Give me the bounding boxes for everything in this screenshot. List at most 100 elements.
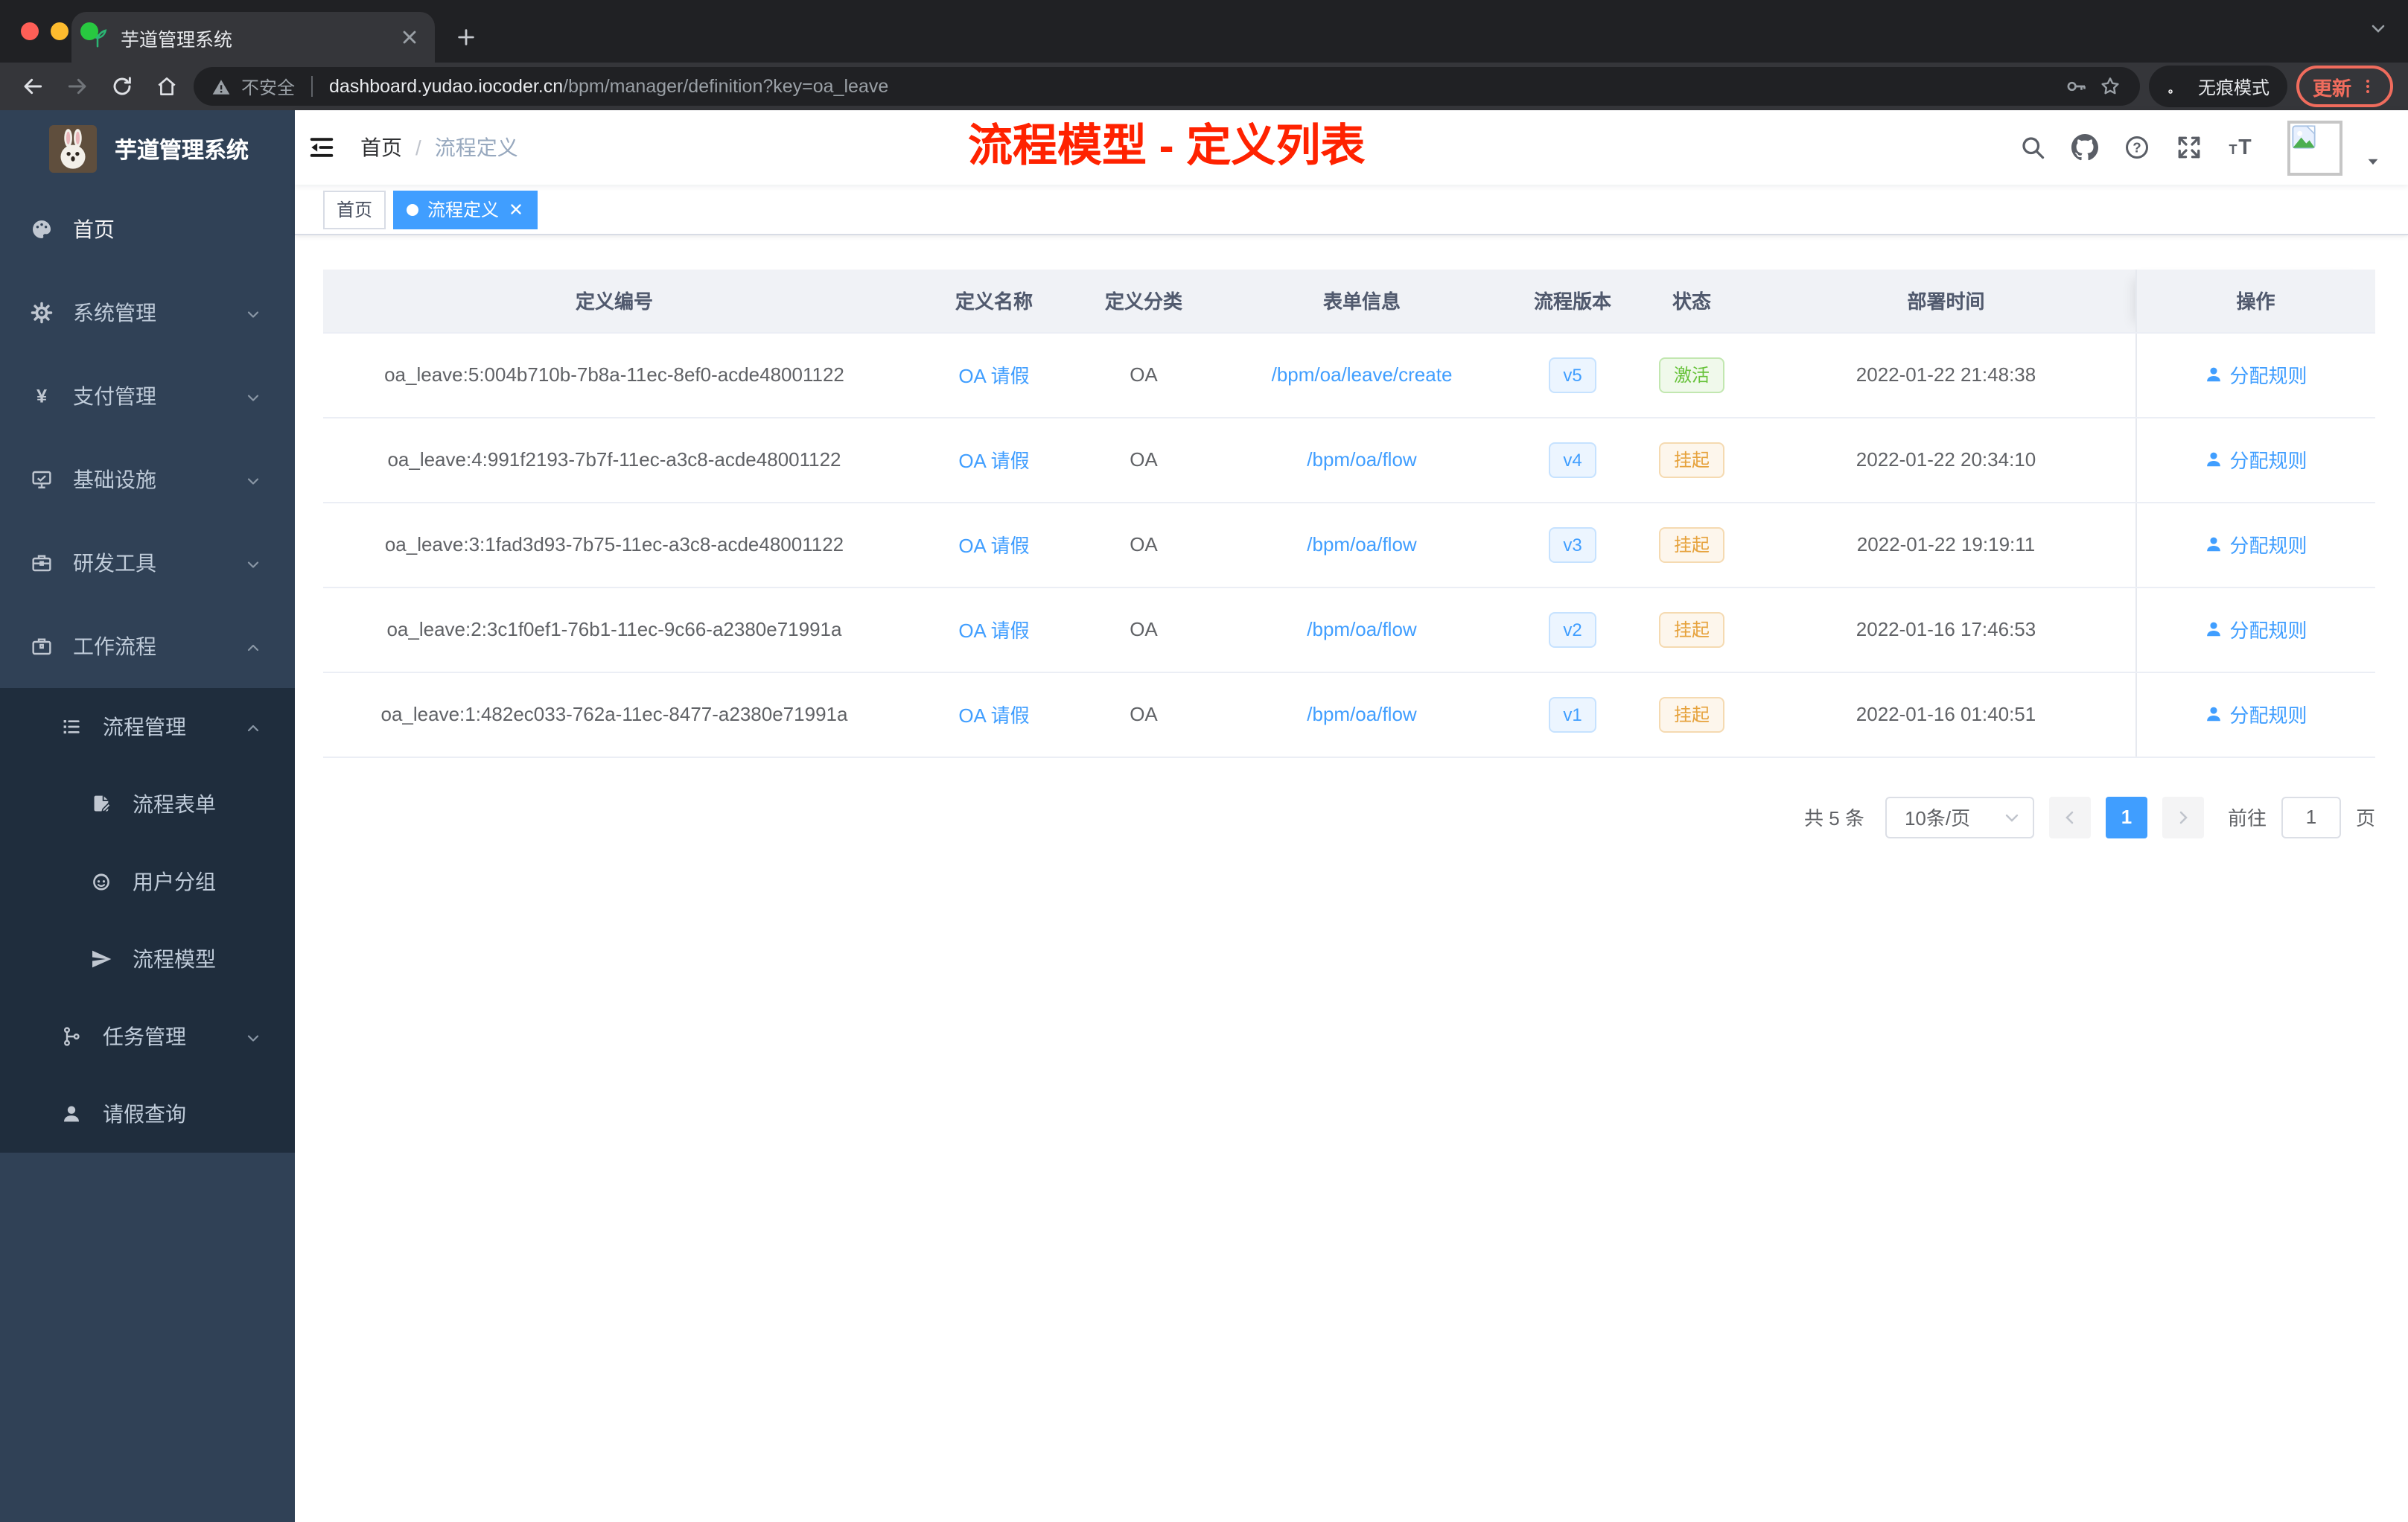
sidebar-item-10[interactable]: 任务管理 — [0, 998, 295, 1075]
sidebar-item-6[interactable]: 流程管理 — [0, 688, 295, 765]
github-icon[interactable] — [2070, 133, 2100, 162]
close-window-button[interactable] — [21, 22, 39, 40]
definition-id-text: oa_leave:2:3c1f0ef1-76b1-11ec-9c66-a2380… — [386, 618, 842, 640]
tab-search-caret-icon[interactable] — [2369, 18, 2387, 36]
sidebar-item-9[interactable]: 流程模型 — [0, 920, 295, 998]
question-icon[interactable]: ? — [2122, 133, 2152, 162]
breadcrumb: 首页 / 流程定义 — [360, 133, 518, 162]
cell-definition-id: oa_leave:1:482ec033-762a-11ec-8477-a2380… — [323, 672, 905, 757]
page-size-value: 10条/页 — [1904, 807, 1971, 830]
tab-close-icon[interactable] — [399, 27, 420, 48]
cell-definition-category: OA — [1083, 672, 1205, 757]
definition-name-link[interactable]: OA 请假 — [958, 704, 1029, 727]
page-size-select[interactable]: 10条/页 — [1885, 796, 2034, 838]
back-icon[interactable] — [15, 69, 51, 104]
sidebar-item-1[interactable]: 系统管理 — [0, 271, 295, 354]
browser-update-button[interactable]: 更新 — [2296, 66, 2393, 107]
cell-deploy-time: 2022-01-16 17:46:53 — [1757, 587, 2135, 672]
chevron-up-icon — [244, 637, 262, 655]
tag-1[interactable]: 流程定义 — [393, 190, 538, 229]
cell-version: v2 — [1519, 587, 1626, 672]
tag-close-icon[interactable] — [508, 201, 524, 217]
app-title: 芋道管理系统 — [115, 138, 249, 163]
breadcrumb-home-link[interactable]: 首页 — [360, 133, 402, 162]
bookmark-star-icon[interactable] — [2098, 74, 2122, 98]
sidebar-collapse-icon[interactable] — [295, 110, 348, 185]
sidebar-item-7[interactable]: 流程表单 — [0, 765, 295, 843]
cell-deploy-time: 2022-01-22 20:34:10 — [1757, 417, 2135, 503]
cell-form-info: /bpm/oa/flow — [1205, 672, 1519, 757]
avatar-dropdown-caret-icon[interactable] — [2365, 150, 2381, 166]
form-info-link[interactable]: /bpm/oa/flow — [1307, 618, 1416, 640]
form-info-link[interactable]: /bpm/oa/flow — [1307, 533, 1416, 555]
definition-name-link[interactable]: OA 请假 — [958, 450, 1029, 472]
person-icon — [2204, 450, 2223, 469]
address-bar[interactable]: 不安全 dashboard.yudao.iocoder.cn/bpm/manag… — [194, 67, 2140, 106]
cell-definition-category: OA — [1083, 417, 1205, 503]
definition-category-text: OA — [1130, 703, 1158, 725]
cell-definition-id: oa_leave:2:3c1f0ef1-76b1-11ec-9c66-a2380… — [323, 587, 905, 672]
prev-page-button[interactable] — [2048, 796, 2091, 838]
browser-tab[interactable]: 芋道管理系统 — [71, 12, 435, 63]
form-info-link[interactable]: /bpm/oa/leave/create — [1272, 363, 1453, 386]
cell-status: 挂起 — [1626, 587, 1757, 672]
definition-category-text: OA — [1130, 533, 1158, 555]
list-icon — [60, 715, 95, 739]
fullscreen-icon[interactable] — [2174, 133, 2204, 162]
assign-rule-link[interactable]: 分配规则 — [2204, 530, 2307, 558]
kebab-menu-icon[interactable] — [2359, 77, 2377, 95]
password-key-icon[interactable] — [2064, 74, 2088, 98]
tag-label: 流程定义 — [427, 200, 500, 220]
definition-category-text: OA — [1130, 618, 1158, 640]
security-label[interactable]: 不安全 — [241, 74, 295, 99]
sidebar-item-8[interactable]: 用户分组 — [0, 843, 295, 920]
minimize-window-button[interactable] — [51, 22, 69, 40]
deploy-time-text: 2022-01-22 20:34:10 — [1856, 448, 2036, 471]
sidebar-item-2[interactable]: ¥ 支付管理 — [0, 354, 295, 438]
gear-icon — [30, 301, 66, 325]
definition-name-link[interactable]: OA 请假 — [958, 535, 1029, 557]
assign-rule-link[interactable]: 分配规则 — [2204, 700, 2307, 728]
maximize-window-button[interactable] — [80, 22, 98, 40]
sidebar-item-4[interactable]: 研发工具 — [0, 521, 295, 605]
forward-icon[interactable] — [60, 69, 95, 104]
definition-name-link[interactable]: OA 请假 — [958, 620, 1029, 642]
cell-definition-name: OA 请假 — [905, 502, 1083, 588]
goto-page-input[interactable] — [2281, 796, 2341, 838]
text-size-icon[interactable]: TT — [2226, 133, 2256, 162]
sidebar-logo[interactable]: 芋道管理系统 — [0, 110, 295, 188]
cell-deploy-time: 2022-01-16 01:40:51 — [1757, 672, 2135, 757]
next-page-button[interactable] — [2162, 796, 2204, 838]
sidebar-item-5[interactable]: 工作流程 — [0, 605, 295, 688]
home-icon[interactable] — [149, 69, 185, 104]
logo-rabbit-image — [49, 125, 97, 173]
reload-icon[interactable] — [104, 69, 140, 104]
form-info-link[interactable]: /bpm/oa/flow — [1307, 448, 1416, 471]
sidebar-item-0[interactable]: 首页 — [0, 188, 295, 271]
tag-0[interactable]: 首页 — [323, 190, 386, 229]
page-unit-label: 页 — [2355, 807, 2375, 830]
column-header-1: 定义名称 — [905, 270, 1083, 333]
not-secure-warning-icon — [211, 77, 231, 96]
definition-name-link[interactable]: OA 请假 — [958, 365, 1029, 387]
cell-definition-category: OA — [1083, 587, 1205, 672]
new-tab-button[interactable] — [447, 18, 485, 57]
chevron-down-icon — [244, 387, 262, 405]
sidebar-item-11[interactable]: 请假查询 — [0, 1075, 295, 1153]
assign-rule-link[interactable]: 分配规则 — [2204, 615, 2307, 643]
sidebar-item-3[interactable]: 基础设施 — [0, 438, 295, 521]
assign-rule-link[interactable]: 分配规则 — [2204, 445, 2307, 474]
assign-rule-link[interactable]: 分配规则 — [2204, 360, 2307, 389]
page-number-button[interactable]: 1 — [2105, 796, 2147, 838]
url-text[interactable]: dashboard.yudao.iocoder.cn/bpm/manager/d… — [329, 76, 2054, 97]
form-info-link[interactable]: /bpm/oa/flow — [1307, 703, 1416, 725]
cell-form-info: /bpm/oa/flow — [1205, 417, 1519, 503]
column-header-4: 流程版本 — [1519, 270, 1626, 333]
cell-status: 激活 — [1626, 332, 1757, 418]
monitor-icon — [30, 468, 66, 491]
svg-text:¥: ¥ — [36, 386, 47, 407]
sidebar-item-label: 用户分组 — [133, 870, 216, 894]
pagination: 共 5 条 10条/页 1 前往 页 — [323, 796, 2375, 838]
search-icon[interactable] — [2018, 133, 2048, 162]
avatar[interactable] — [2287, 120, 2342, 175]
